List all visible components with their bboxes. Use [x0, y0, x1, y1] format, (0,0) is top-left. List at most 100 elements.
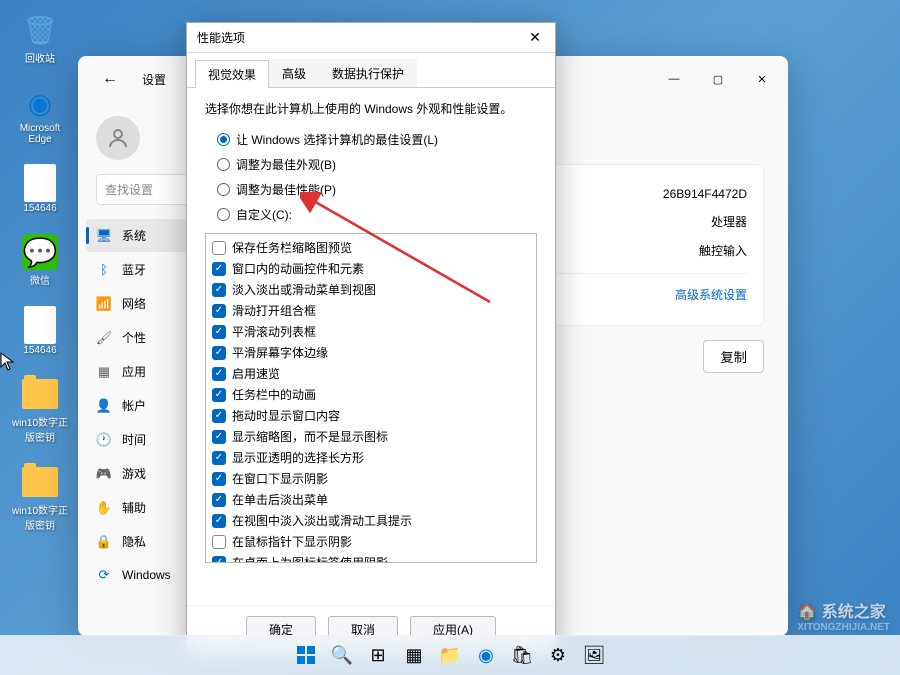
edge-taskbar-icon[interactable]: ◉ [471, 640, 501, 670]
performance-options-dialog: 性能选项 ✕ 视觉效果高级数据执行保护 选择你想在此计算机上使用的 Window… [186, 22, 556, 654]
checkbox-icon: ✓ [212, 325, 226, 339]
radio-icon [217, 208, 230, 221]
radio-label: 调整为最佳外观(B) [236, 156, 336, 173]
checkbox-label: 保存任务栏缩略图预览 [232, 239, 352, 256]
task-view-icon[interactable]: ⊞ [363, 640, 393, 670]
checkbox-option[interactable]: ✓淡入淡出或滑动菜单到视图 [210, 280, 532, 299]
widgets-icon[interactable]: ▦ [399, 640, 429, 670]
tab-bar: 视觉效果高级数据执行保护 [187, 53, 555, 88]
checkbox-option[interactable]: 在鼠标指针下显示阴影 [210, 532, 532, 551]
taskbar: 🔍 ⊞ ▦ 📁 ◉ 🛍 ⚙ 🖼 [0, 635, 900, 675]
nav-label: 蓝牙 [122, 261, 146, 278]
start-button[interactable] [291, 640, 321, 670]
desktop-icon-text[interactable]: 154646 [10, 305, 70, 356]
nav-label: 个性 [122, 329, 146, 346]
desktop-icon-folder[interactable]: win10数字正版密钥 [10, 374, 70, 444]
tab[interactable]: 视觉效果 [195, 60, 269, 88]
checkbox-option[interactable]: ✓ 在窗口下显示阴影 [210, 469, 532, 488]
tab[interactable]: 数据执行保护 [319, 59, 417, 87]
checkbox-label: 淡入淡出或滑动菜单到视图 [232, 281, 376, 298]
app-icon[interactable]: 🖼 [579, 640, 609, 670]
close-icon[interactable]: ✕ [521, 27, 549, 49]
nav-icon: ᛒ [96, 262, 112, 278]
visual-effects-checklist[interactable]: 保存任务栏缩略图预览✓窗口内的动画控件和元素✓淡入淡出或滑动菜单到视图✓滑动打开… [205, 233, 537, 563]
checkbox-label: 在窗口下显示阴影 [232, 470, 328, 487]
checkbox-option[interactable]: ✓ 平滑滚动列表框 [210, 322, 532, 341]
checkbox-icon: ✓ [212, 493, 226, 507]
checkbox-option[interactable]: ✓在桌面上为图标标签使用阴影 [210, 553, 532, 563]
advanced-system-settings-link[interactable]: 高级系统设置 [675, 286, 747, 303]
processor-label: 处理器 [711, 213, 747, 230]
checkbox-icon: ✓ [212, 304, 226, 318]
nav-icon: 🖥 [96, 228, 112, 244]
desktop-icon-wechat[interactable]: 💬微信 [10, 232, 70, 287]
nav-icon: ✋ [96, 500, 112, 516]
checkbox-option[interactable]: ✓ 启用速览 [210, 364, 532, 383]
checkbox-option[interactable]: ✓ 滑动打开组合框 [210, 301, 532, 320]
checkbox-label: 平滑滚动列表框 [232, 323, 316, 340]
nav-label: Windows [122, 568, 171, 582]
nav-icon: 🖌 [96, 330, 112, 346]
back-button[interactable]: ← [94, 66, 126, 92]
radio-icon [217, 158, 230, 171]
checkbox-option[interactable]: ✓平滑屏幕字体边缘 [210, 343, 532, 362]
checkbox-icon: ✓ [212, 409, 226, 423]
radio-group: 让 Windows 选择计算机的最佳设置(L) 调整为最佳外观(B) 调整为最佳性能… [205, 131, 537, 223]
radio-option[interactable]: 调整为最佳外观(B) [217, 156, 537, 173]
checkbox-icon: ✓ [212, 430, 226, 444]
radio-option[interactable]: 让 Windows 选择计算机的最佳设置(L) [217, 131, 537, 148]
maximize-button[interactable]: ▢ [696, 64, 740, 94]
desktop-icon-recycle[interactable]: 🗑回收站 [10, 10, 70, 65]
close-button[interactable]: ✕ [740, 64, 784, 94]
checkbox-option[interactable]: ✓在视图中淡入淡出或滑动工具提示 [210, 511, 532, 530]
checkbox-icon [212, 535, 226, 549]
radio-label: 让 Windows 选择计算机的最佳设置(L) [236, 131, 438, 148]
dialog-titlebar: 性能选项 ✕ [187, 23, 555, 53]
checkbox-label: 任务栏中的动画 [232, 386, 316, 403]
checkbox-option[interactable]: ✓窗口内的动画控件和元素 [210, 259, 532, 278]
checkbox-label: 窗口内的动画控件和元素 [232, 260, 364, 277]
dialog-description: 选择你想在此计算机上使用的 Windows 外观和性能设置。 [205, 100, 537, 117]
minimize-button[interactable]: — [652, 64, 696, 94]
desktop-icon-edge[interactable]: ◉Microsoft Edge [10, 83, 70, 145]
radio-option[interactable]: 调整为最佳性能(P) [217, 181, 537, 198]
nav-label: 帐户 [122, 397, 146, 414]
radio-label: 自定义(C): [236, 206, 292, 223]
window-controls: — ▢ ✕ [652, 64, 784, 94]
nav-icon: 👤 [96, 398, 112, 414]
search-icon[interactable]: 🔍 [327, 640, 357, 670]
nav-icon: 🕐 [96, 432, 112, 448]
search-placeholder: 查找设置 [105, 183, 153, 197]
device-id-value: 26B914F4472D [663, 187, 747, 201]
checkbox-option[interactable]: 保存任务栏缩略图预览 [210, 238, 532, 257]
checkbox-option[interactable]: ✓ 在单击后淡出菜单 [210, 490, 532, 509]
radio-label: 调整为最佳性能(P) [236, 181, 336, 198]
settings-title: 设置 [142, 71, 166, 88]
checkbox-option[interactable]: ✓显示缩略图，而不是显示图标 [210, 427, 532, 446]
checkbox-icon: ✓ [212, 472, 226, 486]
checkbox-label: 拖动时显示窗口内容 [232, 407, 340, 424]
nav-label: 网络 [122, 295, 146, 312]
settings-taskbar-icon[interactable]: ⚙ [543, 640, 573, 670]
radio-option[interactable]: 自定义(C): [217, 206, 537, 223]
checkbox-label: 在单击后淡出菜单 [232, 491, 328, 508]
user-avatar[interactable] [96, 116, 140, 160]
checkbox-option[interactable]: ✓任务栏中的动画 [210, 385, 532, 404]
nav-icon: ⟳ [96, 567, 112, 583]
checkbox-icon: ✓ [212, 556, 226, 564]
checkbox-label: 滑动打开组合框 [232, 302, 316, 319]
watermark: 🏠 系统之家 XITONGZHIJIA.NET [797, 598, 890, 633]
nav-label: 游戏 [122, 465, 146, 482]
desktop-icons: 🗑回收站 ◉Microsoft Edge 154646 💬微信 154646 win10数… [10, 10, 70, 532]
nav-label: 系统 [122, 227, 146, 244]
checkbox-label: 启用速览 [232, 365, 280, 382]
store-icon[interactable]: 🛍 [507, 640, 537, 670]
copy-button[interactable]: 复制 [703, 340, 764, 373]
tab[interactable]: 高级 [269, 59, 319, 87]
checkbox-icon: ✓ [212, 367, 226, 381]
desktop-icon-folder[interactable]: win10数字正版密钥 [10, 462, 70, 532]
file-explorer-icon[interactable]: 📁 [435, 640, 465, 670]
desktop-icon-text[interactable]: 154646 [10, 163, 70, 214]
checkbox-option[interactable]: ✓ 拖动时显示窗口内容 [210, 406, 532, 425]
checkbox-option[interactable]: ✓显示亚透明的选择长方形 [210, 448, 532, 467]
